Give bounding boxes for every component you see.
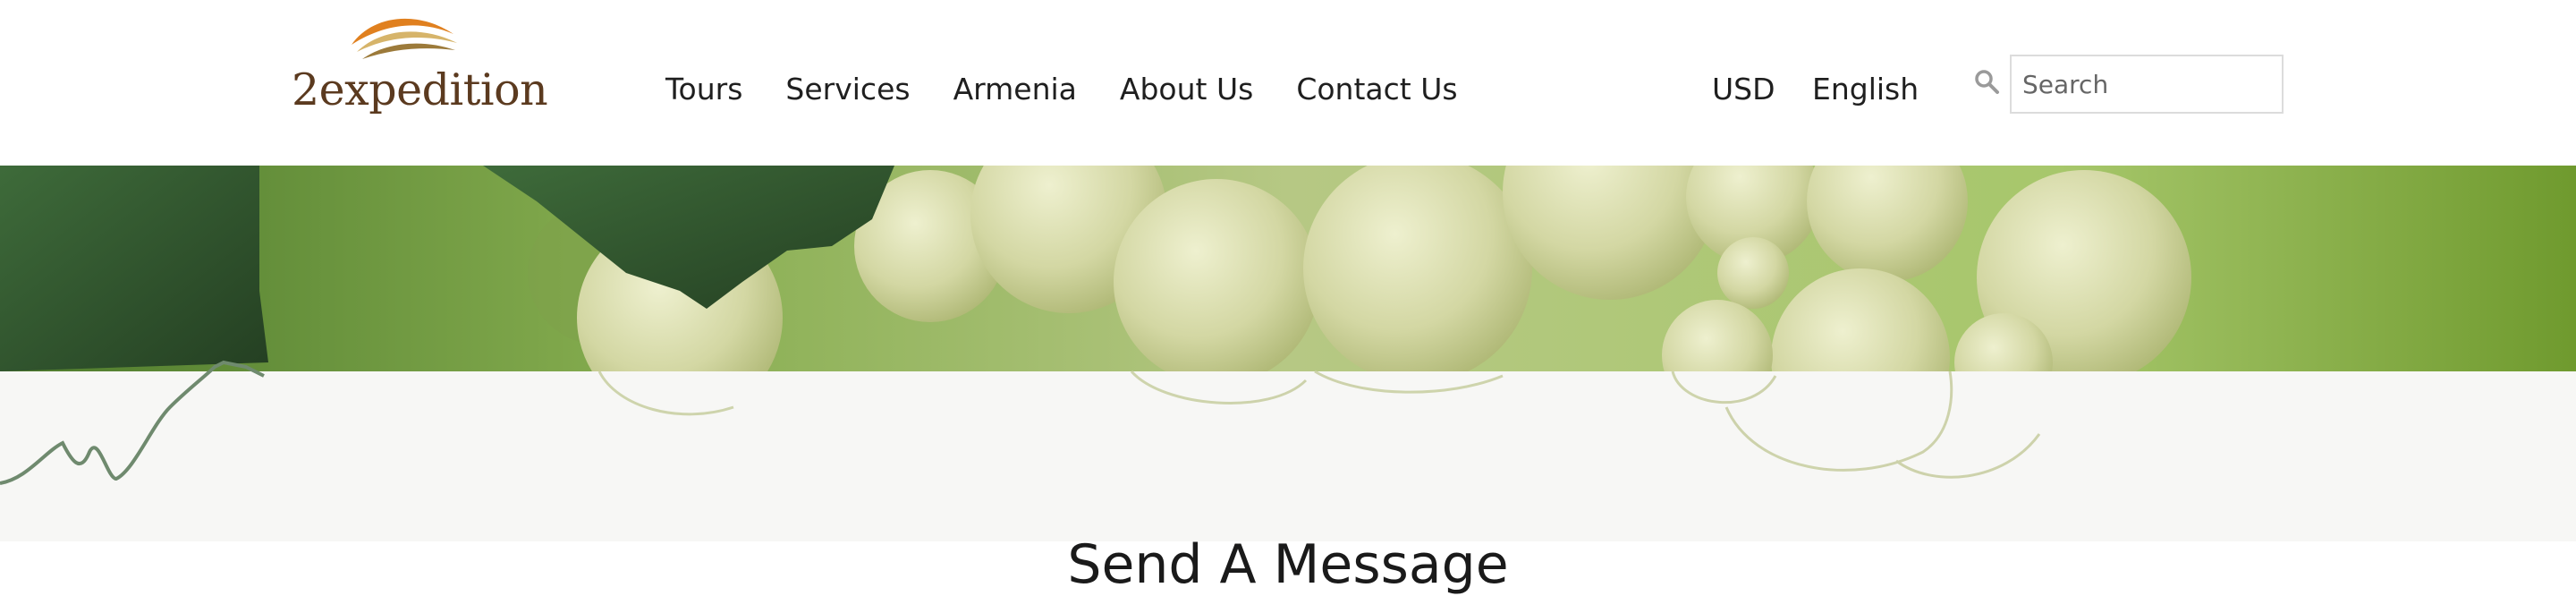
- page-title: Send A Message: [1067, 533, 1509, 596]
- nav-item-services[interactable]: Services: [785, 72, 910, 106]
- hero-banner: [0, 166, 2576, 541]
- nav-item-about-us[interactable]: About Us: [1120, 72, 1253, 106]
- currency-selector[interactable]: USD: [1712, 72, 1775, 106]
- logo-text: 2expedition: [292, 64, 548, 115]
- site-header: 2expedition Tours Services Armenia About…: [0, 0, 2576, 166]
- logo[interactable]: 2expedition: [286, 9, 548, 125]
- grapes-banner-image: [0, 166, 2576, 485]
- nav-item-tours[interactable]: Tours: [665, 72, 742, 106]
- search-input[interactable]: [2010, 55, 2284, 114]
- nav-item-armenia[interactable]: Armenia: [953, 72, 1077, 106]
- main-nav: Tours Services Armenia About Us Contact …: [665, 72, 1458, 106]
- nav-item-contact-us[interactable]: Contact Us: [1296, 72, 1457, 106]
- logo-swoosh-icon: [352, 18, 457, 59]
- search-icon[interactable]: [1973, 68, 2000, 95]
- language-selector[interactable]: English: [1812, 72, 1919, 106]
